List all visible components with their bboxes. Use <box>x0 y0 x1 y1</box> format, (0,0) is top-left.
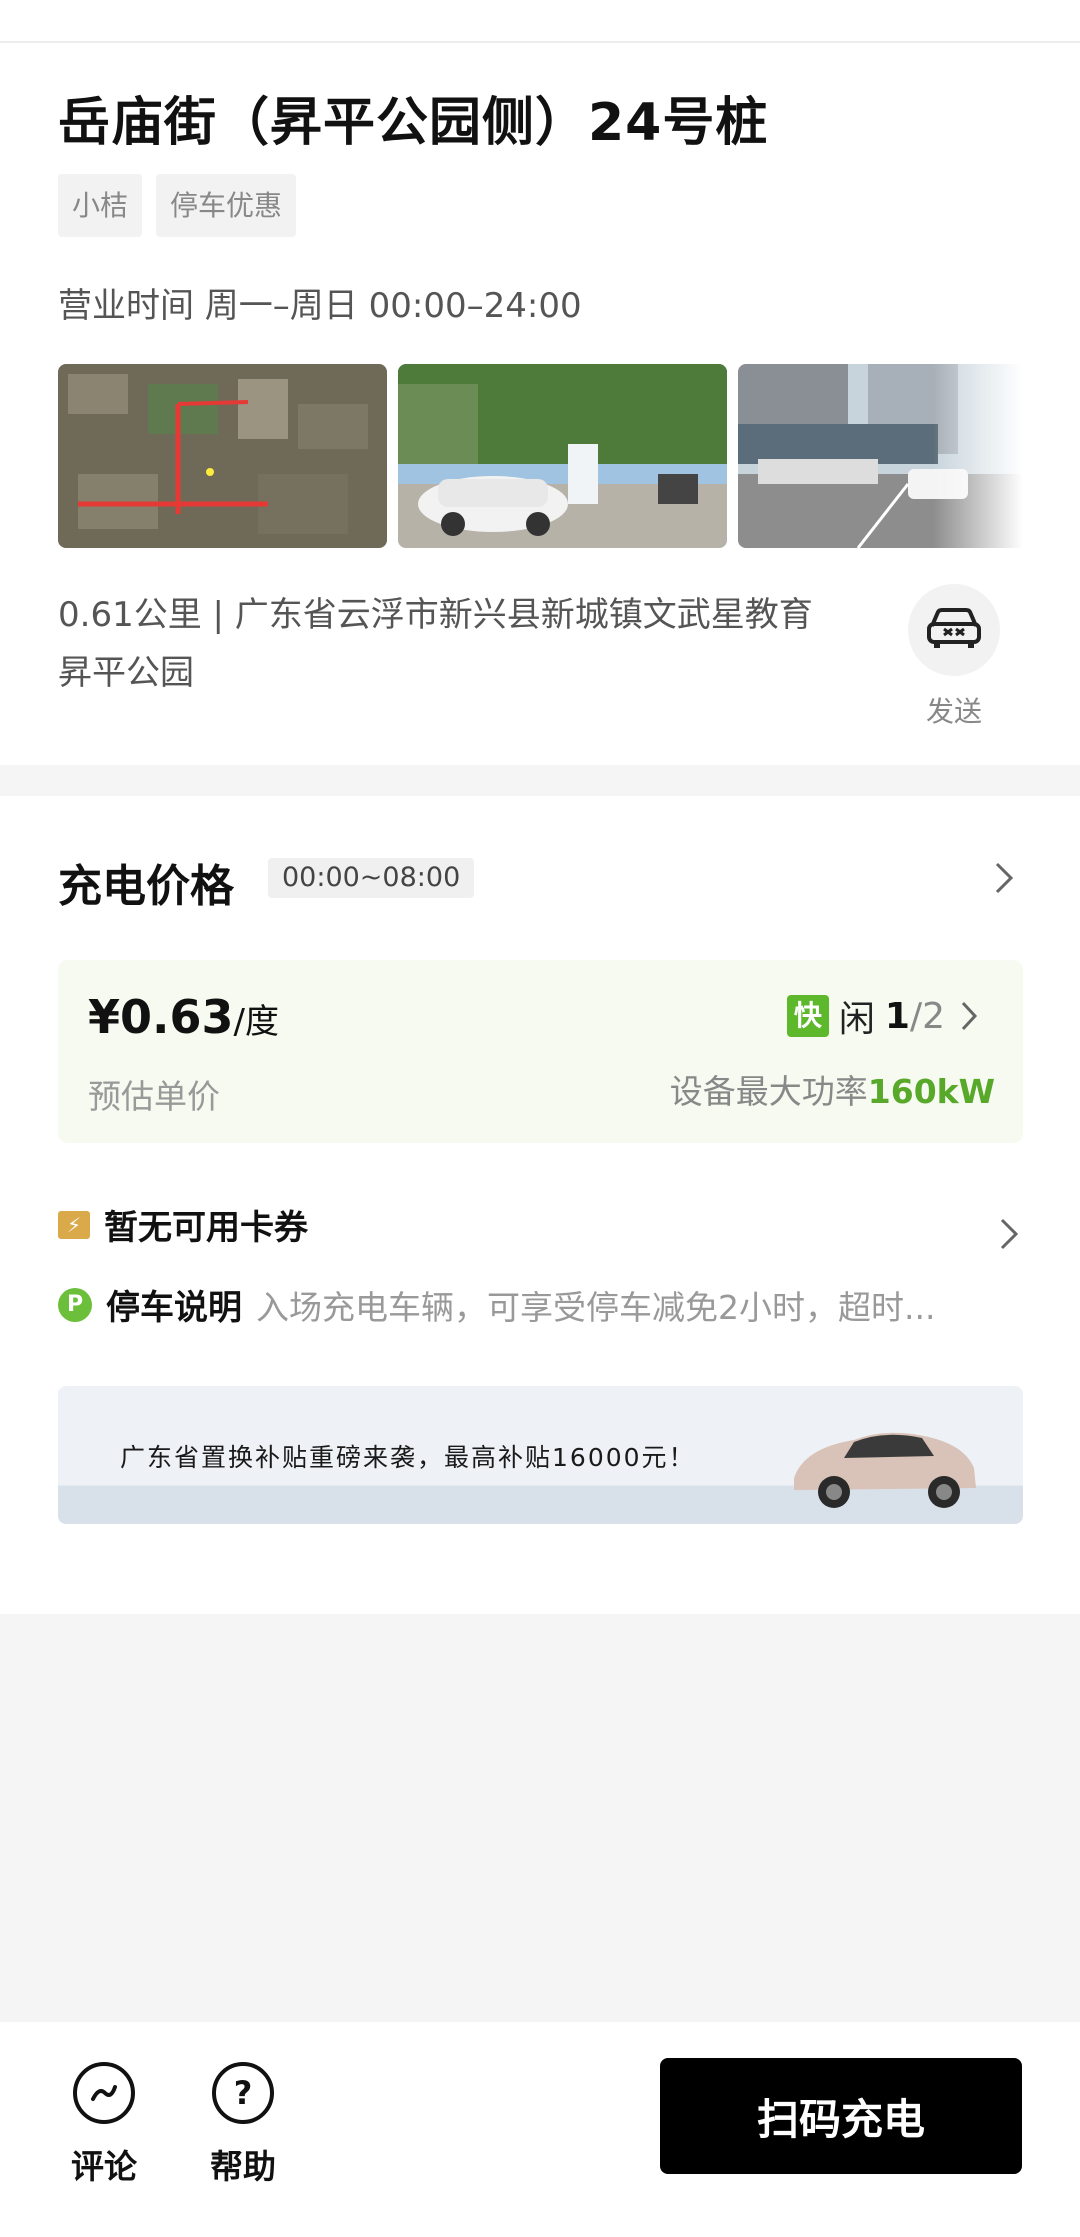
photo-street-1[interactable] <box>398 364 727 548</box>
station-address: 0.61公里 | 广东省云浮市新兴县新城镇文武星教育昇平公园 <box>58 595 813 693</box>
tag-parking-discount: 停车优惠 <box>156 174 297 237</box>
price-time-range: 00:00~08:00 <box>268 858 475 898</box>
price-section: 充电价格 00:00~08:00 ¥0.63/度 预估单价 快 闲 1/2 设备… <box>0 796 1080 1614</box>
charger-status[interactable]: 快 闲 1/2 <box>786 990 983 1042</box>
station-title: 岳庙街（昇平公园侧）24号桩 <box>58 93 769 153</box>
station-tags: 小桔 停车优惠 <box>58 174 297 237</box>
fast-charge-badge: 快 <box>786 995 829 1037</box>
send-to-car-button[interactable] <box>908 584 1000 676</box>
station-detail-page: 岳庙街（昇平公园侧）24号桩 小桔 停车优惠 营业时间 周一–周日 00:00–… <box>0 0 1080 2237</box>
parking-icon: P <box>58 1287 92 1322</box>
coupon-icon: ⚡ <box>58 1210 90 1239</box>
parking-description: 入场充电车辆，可享受停车减免2小时，超时... <box>256 1287 936 1327</box>
unit-price: ¥0.63/度 <box>88 990 279 1044</box>
chevron-right-icon[interactable] <box>985 860 1021 896</box>
tag-brand: 小桔 <box>58 174 143 237</box>
banner-text: 广东省置换补贴重磅来袭，最高补贴16000元！ <box>120 1443 696 1472</box>
chevron-right-icon <box>961 1001 978 1031</box>
station-info-card: 岳庙街（昇平公园侧）24号桩 小桔 停车优惠 营业时间 周一–周日 00:00–… <box>0 0 1080 765</box>
car-image <box>794 1432 976 1508</box>
business-hours: 营业时间 周一–周日 00:00–24:00 <box>58 286 582 326</box>
price-box[interactable]: ¥0.63/度 预估单价 快 闲 1/2 设备最大功率160kW <box>58 960 1023 1143</box>
max-power: 设备最大功率160kW <box>669 1072 995 1111</box>
price-value: ¥0.63 <box>88 990 234 1044</box>
help-button[interactable]: ? 帮助 <box>193 2062 293 2188</box>
gallery-fade <box>933 364 1023 548</box>
help-label: 帮助 <box>210 2147 276 2186</box>
coupon-row[interactable]: ⚡ 暂无可用卡券 <box>58 1200 308 1249</box>
help-icon: ? <box>212 2062 274 2124</box>
price-unit: /度 <box>233 1002 279 1042</box>
price-sub-label: 预估单价 <box>88 1077 220 1116</box>
photo-gallery[interactable] <box>58 364 1023 548</box>
comment-button[interactable]: 评论 <box>54 2062 154 2188</box>
parking-label: 停车说明 <box>106 1288 242 1328</box>
chevron-right-icon[interactable] <box>990 1216 1026 1252</box>
top-divider <box>0 41 1080 43</box>
car-icon <box>926 606 982 654</box>
promo-banner[interactable]: 广东省置换补贴重磅来袭，最高补贴16000元！ <box>58 1386 1023 1524</box>
price-section-title: 充电价格 <box>58 861 234 912</box>
coupon-text: 暂无可用卡券 <box>104 1208 308 1248</box>
idle-status: 闲 <box>838 999 875 1040</box>
availability-count: 1/2 <box>884 995 945 1037</box>
comment-label: 评论 <box>71 2147 137 2186</box>
comment-icon <box>73 2062 135 2124</box>
scan-to-charge-button[interactable]: 扫码充电 <box>660 2058 1022 2174</box>
bottom-action-bar: 评论 ? 帮助 扫码充电 <box>0 2022 1080 2237</box>
photo-map[interactable] <box>58 364 387 548</box>
parking-info-row[interactable]: P 停车说明 入场充电车辆，可享受停车减免2小时，超时... <box>58 1280 1018 1329</box>
send-label: 发送 <box>925 695 982 728</box>
